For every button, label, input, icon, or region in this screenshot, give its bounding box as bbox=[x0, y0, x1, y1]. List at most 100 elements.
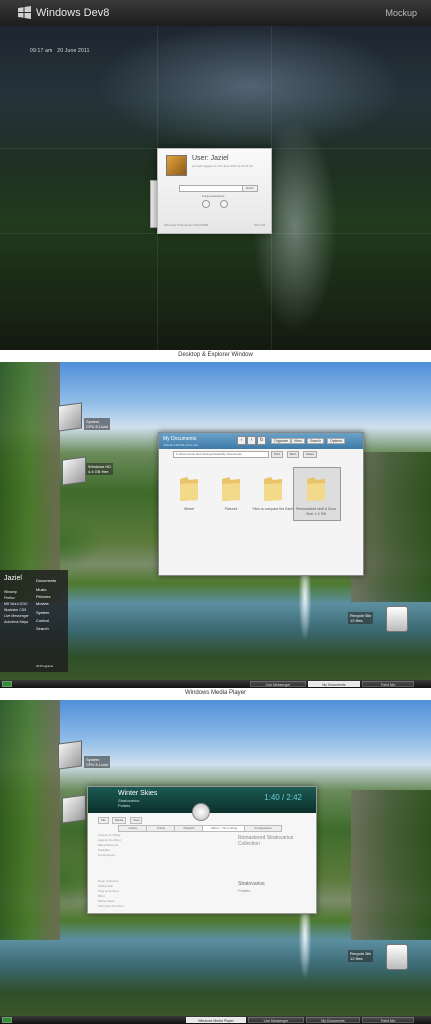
taskbar-button[interactable]: Paint Mix bbox=[362, 681, 414, 687]
caption-explorer: Desktop & Explorer Window bbox=[178, 352, 253, 358]
tab-artists[interactable]: Artists bbox=[146, 825, 176, 832]
explorer-title: My Documents bbox=[163, 436, 197, 442]
windows-logo-icon bbox=[18, 6, 31, 19]
taskbar-button[interactable]: Live Messenger bbox=[248, 1017, 304, 1023]
play-button-icon[interactable] bbox=[192, 803, 210, 821]
start-item[interactable]: Autodesk Maya bbox=[4, 620, 28, 624]
track-item[interactable]: King of Nothing bbox=[98, 889, 119, 893]
password-input[interactable] bbox=[179, 185, 243, 192]
tab-configuration[interactable]: Configuration bbox=[244, 825, 282, 832]
start-item[interactable]: Winamp bbox=[4, 590, 17, 594]
all-programs-link[interactable]: All Programs bbox=[36, 664, 53, 668]
menu-organize[interactable]: Organize bbox=[271, 438, 292, 444]
taskbar: Windows Media Player Live Messenger My D… bbox=[0, 1016, 431, 1024]
clock-time: 09:17 am bbox=[30, 48, 53, 54]
windows-hd-gadget-icon[interactable] bbox=[62, 794, 86, 824]
system-gadget-label: System CPU 8 Load bbox=[84, 418, 110, 430]
start-right-item[interactable]: System bbox=[36, 610, 49, 615]
system-gadget-icon[interactable] bbox=[58, 740, 82, 770]
track-item[interactable]: Forever Is Today bbox=[98, 833, 120, 837]
back-arrow-icon[interactable]: ‹ bbox=[237, 436, 246, 445]
start-user-name: Jaziel bbox=[4, 575, 22, 582]
track-item[interactable]: Winter Skies bbox=[98, 899, 115, 903]
address-bar[interactable]: C:\Documents and Settings\Jaziel\My Docu… bbox=[173, 451, 269, 458]
taskbar-button[interactable]: Paint Mix bbox=[362, 1017, 414, 1023]
start-button[interactable] bbox=[2, 681, 12, 687]
cliff-right bbox=[351, 790, 431, 940]
windows-hd-gadget-icon[interactable] bbox=[62, 456, 86, 486]
menu-view[interactable]: View bbox=[291, 438, 305, 444]
back-circle-icon[interactable] bbox=[202, 200, 210, 208]
explorer-subtitle: 4 Items 1.02 Gb of 2.1 Gb bbox=[163, 443, 198, 447]
windows-hd-label: Windows HD 4.4 GB free bbox=[86, 463, 114, 475]
track-item[interactable]: Black Diamond bbox=[98, 843, 118, 847]
login-clock: 09:17 am 20 June 2011 bbox=[30, 48, 90, 54]
folder-icon[interactable] bbox=[304, 475, 328, 503]
recycle-bin-label: Recycle Bin 12 files bbox=[348, 950, 374, 962]
start-menu: Jaziel Winamp Firefox MS Word 2010 Illus… bbox=[0, 570, 68, 672]
user-subtitle: you last logged on at 9 June 2011 at 10:… bbox=[192, 164, 253, 168]
enter-button[interactable]: Enter bbox=[242, 185, 258, 192]
shut-off-button[interactable]: Shut Off bbox=[254, 223, 265, 227]
start-item[interactable]: Live Messenger bbox=[4, 614, 29, 618]
burn-button[interactable]: Burn bbox=[287, 451, 300, 458]
mp-menu-view[interactable]: View bbox=[130, 817, 143, 824]
taskbar-button[interactable]: Live Messenger bbox=[250, 681, 306, 687]
share-button[interactable]: Share bbox=[303, 451, 318, 458]
start-right-item[interactable]: Search bbox=[36, 626, 49, 631]
album-header: Polaris bbox=[238, 888, 251, 893]
login-box: User: Jaziel you last logged on at 9 Jun… bbox=[157, 148, 272, 234]
track-item[interactable]: Falling Star bbox=[98, 884, 113, 888]
user-avatar bbox=[166, 155, 187, 176]
start-right-item[interactable]: Music bbox=[36, 587, 46, 592]
track-item[interactable]: Against the Wind bbox=[98, 838, 121, 842]
start-right-item[interactable]: Documents bbox=[36, 578, 56, 583]
start-item[interactable]: Illustrator CS5 bbox=[4, 608, 26, 612]
track-item[interactable]: Somehow Precious bbox=[98, 904, 124, 908]
forgot-password-link[interactable]: Forgot password bbox=[202, 194, 224, 198]
login-screen: 09:17 am 20 June 2011 User: Jaziel you l… bbox=[0, 26, 431, 350]
track-item[interactable]: Paradise bbox=[98, 848, 110, 852]
mp-menu-media[interactable]: Media bbox=[112, 817, 127, 824]
tab-playlists[interactable]: Playlists bbox=[174, 825, 204, 832]
start-right-item[interactable]: Control bbox=[36, 618, 49, 623]
explorer-window: My Documents 4 Items 1.02 Gb of 2.1 Gb ‹… bbox=[158, 432, 364, 576]
start-right-item[interactable]: Movies bbox=[36, 601, 49, 606]
mp-menu-file[interactable]: File bbox=[98, 817, 109, 824]
system-gadget-icon[interactable] bbox=[58, 402, 82, 432]
system-gadget-label: System CPU 8 Load bbox=[84, 756, 110, 768]
folder-sub-label: Size: 1.2 GB bbox=[306, 512, 326, 516]
login-footer-left: Windows 8 Developer Build 8095 bbox=[164, 223, 209, 227]
folder-label: Pictures bbox=[224, 507, 238, 511]
section-header: Remastered Stratovarius Collection bbox=[238, 835, 294, 847]
recycle-bin-icon[interactable] bbox=[386, 606, 408, 632]
folder-label: Files to compare the Earth bbox=[252, 507, 294, 511]
folder-icon[interactable] bbox=[219, 475, 243, 503]
menu-search[interactable]: Search bbox=[307, 438, 325, 444]
taskbar-button[interactable]: Windows Media Player bbox=[186, 1017, 246, 1023]
track-item[interactable]: Dreamspace bbox=[98, 853, 115, 857]
print-button[interactable]: Print bbox=[271, 451, 284, 458]
recycle-bin-icon[interactable] bbox=[386, 944, 408, 970]
header-right-label: Mockup bbox=[385, 8, 417, 18]
header-title: Windows Dev8 bbox=[36, 7, 110, 19]
artist-header: Stratovarius bbox=[238, 881, 265, 887]
start-right-item[interactable]: Pictures bbox=[36, 594, 50, 599]
start-item[interactable]: Firefox bbox=[4, 596, 15, 600]
folder-icon[interactable] bbox=[177, 475, 201, 503]
refresh-icon[interactable]: ↻ bbox=[257, 436, 266, 445]
folder-icon[interactable] bbox=[261, 475, 285, 503]
tab-album[interactable]: Album - Tiny Listing bbox=[202, 825, 246, 832]
track-item[interactable]: Deep Unknown bbox=[98, 879, 119, 883]
start-item[interactable]: MS Word 2010 bbox=[4, 602, 27, 606]
start-button[interactable] bbox=[2, 1017, 12, 1023]
menu-options[interactable]: Options bbox=[327, 438, 346, 444]
track-item[interactable]: Blind bbox=[98, 894, 105, 898]
taskbar-button[interactable]: My Documents bbox=[308, 681, 360, 687]
tab-library[interactable]: Library bbox=[118, 825, 148, 832]
cliff-left bbox=[0, 700, 60, 940]
forward-arrow-icon[interactable]: › bbox=[247, 436, 256, 445]
explorer-titlebar: My Documents 4 Items 1.02 Gb of 2.1 Gb ‹… bbox=[159, 433, 363, 449]
next-circle-icon[interactable] bbox=[220, 200, 228, 208]
taskbar-button[interactable]: My Documents bbox=[306, 1017, 360, 1023]
